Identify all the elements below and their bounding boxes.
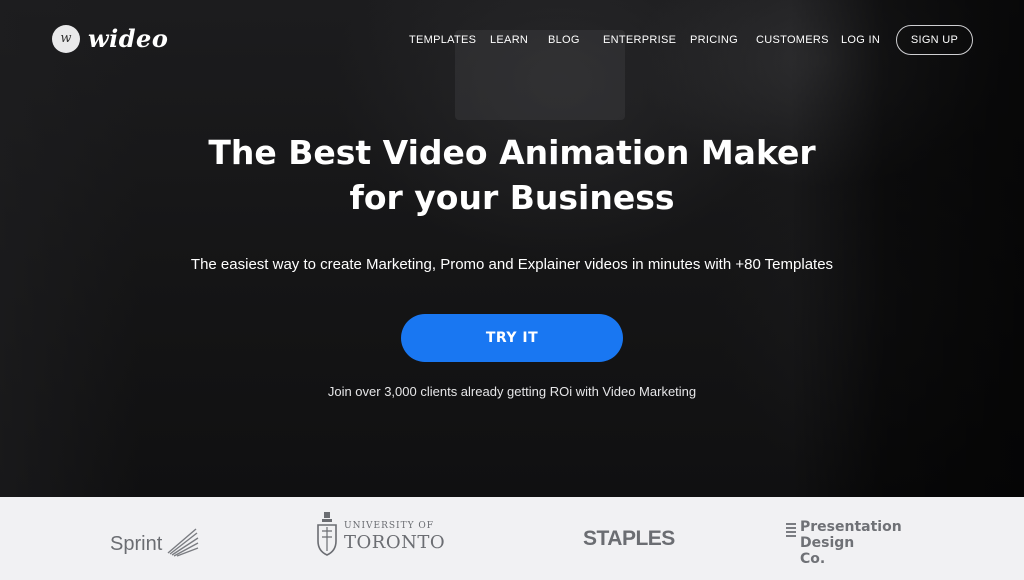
headline-line-1: The Best Video Animation Maker bbox=[208, 133, 816, 172]
pdc-line-2: Design bbox=[800, 535, 855, 551]
nav-item-learn[interactable]: LEARN bbox=[490, 34, 528, 46]
hero-headline: The Best Video Animation Maker for your … bbox=[150, 130, 874, 220]
presentation-lines-icon bbox=[786, 519, 796, 567]
nav-item-customers[interactable]: CUSTOMERS bbox=[756, 34, 829, 46]
toronto-wordmark: UNIVERSITY OF TORONTO bbox=[344, 520, 446, 553]
university-crest-icon bbox=[316, 511, 338, 562]
nav-item-templates[interactable]: TEMPLATES bbox=[409, 34, 476, 46]
nav-item-enterprise[interactable]: ENTERPRISE bbox=[603, 34, 676, 46]
staples-logo: STAPLES bbox=[583, 527, 675, 550]
nav-item-pricing[interactable]: PRICING bbox=[690, 34, 738, 46]
headline-line-2: for your Business bbox=[349, 178, 675, 217]
toronto-big-text: TORONTO bbox=[344, 531, 446, 553]
pdc-line-3: Co. bbox=[800, 551, 826, 567]
university-of-toronto-logo: UNIVERSITY OF TORONTO bbox=[316, 511, 445, 562]
sprint-wing-icon bbox=[166, 527, 200, 562]
social-proof-text: Join over 3,000 clients already getting … bbox=[327, 384, 697, 399]
nav-item-login[interactable]: LOG IN bbox=[841, 34, 880, 46]
try-it-button[interactable]: TRY IT bbox=[401, 314, 623, 362]
sprint-name: Sprint bbox=[110, 533, 163, 555]
pdc-wordmark: Presentation Design Co. bbox=[800, 519, 902, 567]
nav-item-blog[interactable]: BLOG bbox=[548, 34, 580, 46]
client-logos-strip: Sprint UNIVERSITY OF TORONTO STAPLES Pre… bbox=[0, 497, 1024, 580]
top-navigation-bar: w wideo TEMPLATES LEARN BLOG ENTERPRISE … bbox=[0, 0, 1024, 80]
sign-up-button[interactable]: SIGN UP bbox=[896, 25, 973, 55]
hero-subheading: The easiest way to create Marketing, Pro… bbox=[190, 256, 834, 273]
pdc-line-1: Presentation bbox=[800, 519, 902, 535]
sprint-logo: Sprint bbox=[110, 527, 200, 562]
toronto-small-text: UNIVERSITY OF bbox=[344, 520, 435, 531]
presentation-design-co-logo: Presentation Design Co. bbox=[786, 519, 902, 567]
main-nav: TEMPLATES LEARN BLOG ENTERPRISE PRICING … bbox=[0, 34, 1024, 50]
